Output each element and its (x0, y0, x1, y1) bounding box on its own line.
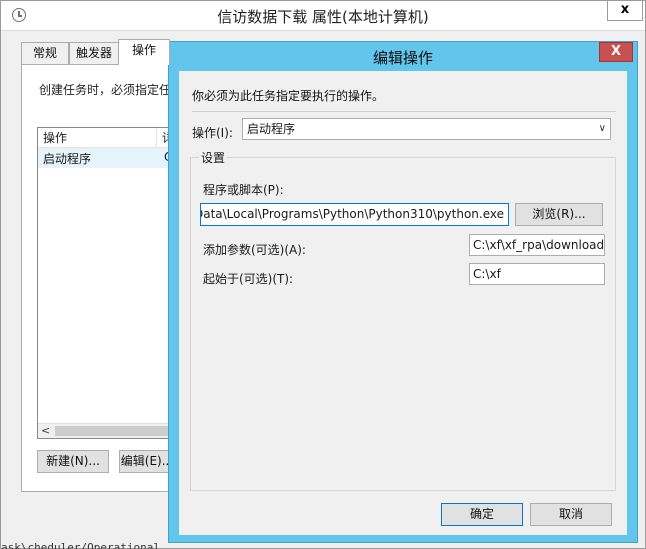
tab-triggers[interactable]: 触发器 (69, 42, 119, 64)
scroll-left-icon[interactable]: < (41, 424, 50, 438)
properties-title-bar[interactable]: 信访数据下载 属性(本地计算机) x (1, 1, 645, 31)
tab-actions[interactable]: 操作 (118, 39, 170, 65)
settings-group-title: 设置 (199, 149, 228, 166)
actions-list[interactable]: 操作 详 启动程序 C < (37, 127, 197, 439)
divider (192, 111, 616, 112)
cancel-button[interactable]: 取消 (530, 503, 612, 526)
horizontal-scrollbar[interactable]: < (38, 423, 186, 438)
edit-action-button[interactable]: 编辑(E)... (119, 450, 175, 473)
dialog-title: 编辑操作 (372, 49, 433, 67)
edit-action-dialog: 编辑操作 X 你必须为此任务指定要执行的操作。 操作(I): 启动程序 ∨ 设置… (168, 41, 638, 543)
scrollbar-thumb[interactable] (55, 426, 185, 436)
background-status-text: ask\cheduler/Operational (1, 541, 160, 549)
actions-tab-panel: 创建任务时，必须指定任 操作 详 启动程序 C < (21, 64, 197, 492)
browse-button[interactable]: 浏览(R)... (515, 203, 603, 226)
start-in-label: 起始于(可选)(T): (203, 272, 294, 286)
new-action-button[interactable]: 新建(N)... (37, 450, 109, 473)
chevron-down-icon[interactable]: ∨ (599, 119, 606, 139)
program-script-value: Data\Local\Programs\Python\Python310\pyt… (200, 207, 504, 221)
actions-intro-text: 创建任务时，必须指定任 (39, 83, 172, 97)
table-row[interactable]: 启动程序 C (38, 148, 186, 168)
ok-button[interactable]: 确定 (441, 503, 523, 526)
arguments-label: 添加参数(可选)(A): (203, 243, 306, 257)
tab-general[interactable]: 常规 (21, 42, 69, 64)
program-script-input[interactable]: Data\Local\Programs\Python\Python310\pyt… (200, 203, 509, 226)
start-in-input[interactable]: C:\xf (469, 263, 605, 285)
action-type-select[interactable]: 启动程序 ∨ (242, 118, 611, 140)
dialog-close-button[interactable]: X (599, 42, 633, 62)
column-header-action[interactable]: 操作 (38, 128, 157, 148)
row-action-cell: 启动程序 (43, 152, 92, 166)
arguments-input[interactable]: C:\xf\xf_rpa\download (469, 234, 605, 256)
action-type-label: 操作(I): (192, 126, 233, 140)
dialog-instruction: 你必须为此任务指定要执行的操作。 (192, 89, 385, 103)
properties-window-title: 信访数据下载 属性(本地计算机) (217, 8, 429, 26)
action-type-value: 启动程序 (247, 122, 296, 136)
properties-close-button[interactable]: x (607, 1, 643, 21)
program-script-label: 程序或脚本(P): (203, 183, 284, 197)
dialog-body: 你必须为此任务指定要执行的操作。 操作(I): 启动程序 ∨ 设置 程序或脚本(… (179, 71, 627, 535)
